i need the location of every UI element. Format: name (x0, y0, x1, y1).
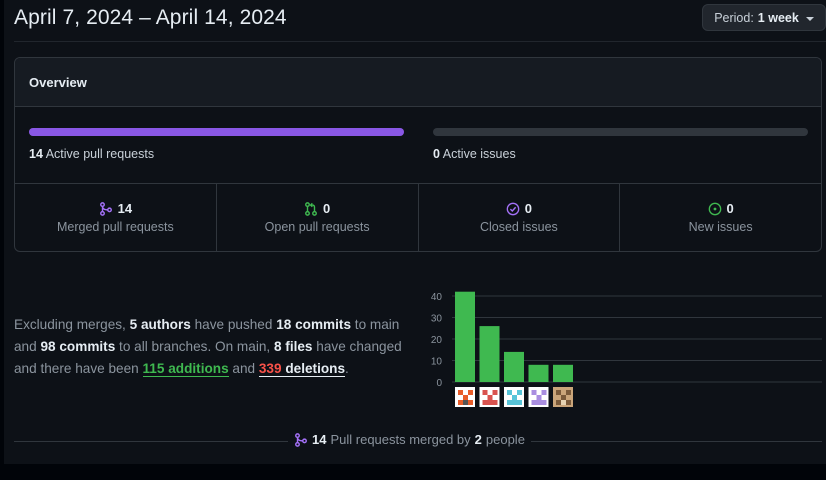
page-title: April 7, 2024 – April 14, 2024 (14, 6, 287, 29)
stat-merged-pull-requests[interactable]: 14 Merged pull requests (15, 184, 217, 251)
overview-title: Overview (15, 58, 821, 107)
active-pull-requests-count: 14 (29, 147, 43, 161)
additions-word: additions (168, 361, 229, 376)
git-pull-request-icon (305, 201, 317, 216)
y-tick-label: 20 (431, 335, 443, 346)
author-avatar[interactable] (504, 387, 524, 407)
active-issues-label: Active issues (442, 147, 516, 161)
stat-closed-issues[interactable]: 0 Closed issues (419, 184, 621, 251)
merged-by-summary: 14 Pull requests merged by 2 people (288, 432, 531, 447)
author-avatar[interactable] (528, 387, 549, 407)
y-tick-label: 40 (431, 292, 443, 303)
author-avatar[interactable] (455, 387, 475, 407)
caret-down-icon (805, 16, 814, 21)
commit-bar[interactable] (528, 364, 549, 382)
issue-opened-icon (708, 202, 721, 215)
author-avatar[interactable] (479, 387, 500, 407)
authors-link[interactable]: 5 authors (130, 317, 191, 332)
merged-count: 14 (312, 432, 327, 447)
issue-closed-icon (506, 202, 520, 215)
y-tick-label: 30 (431, 314, 443, 325)
summary-text-4: to all branches. On main, (115, 339, 274, 354)
additions-link[interactable]: 115 additions (142, 361, 229, 377)
deletions-word: deletions (285, 361, 346, 376)
commits-by-author-chart: 40 30 20 10 0 (422, 288, 826, 408)
pull-requests-progress (29, 128, 404, 136)
new-issues-label: New issues (688, 220, 753, 234)
additions-count: 115 (142, 361, 165, 376)
commits-main-link[interactable]: 18 commits (276, 317, 351, 332)
deletions-link[interactable]: 339 deletions (258, 361, 346, 377)
issues-progress (433, 128, 808, 136)
commit-bar[interactable] (553, 364, 573, 382)
commit-summary: Excluding merges, 5 authors have pushed … (14, 314, 419, 380)
merged-pull-requests-value: 14 (117, 201, 133, 216)
page-header: April 7, 2024 – April 14, 2024 Period: 1… (14, 0, 826, 42)
author-avatar[interactable] (553, 387, 573, 407)
files-changed-link[interactable]: 8 files (274, 339, 313, 354)
activity-bars: 14 Active pull requests 0 Active issues (15, 107, 821, 184)
stat-new-issues[interactable]: 0 New issues (620, 184, 821, 251)
open-pull-requests-value: 0 (323, 201, 331, 216)
pull-requests-progress-fill (29, 128, 404, 136)
period-dropdown-button[interactable]: Period: 1 week (702, 4, 826, 31)
summary-text-7: . (345, 361, 349, 376)
git-merge-icon (295, 432, 307, 447)
y-tick-label: 0 (436, 378, 442, 389)
bottom-strip (0, 464, 826, 480)
closed-issues-label: Closed issues (479, 220, 558, 234)
merged-by-text: Pull requests merged by (330, 432, 471, 447)
merged-pull-requests-label: Merged pull requests (57, 220, 174, 234)
people-word: people (485, 432, 525, 447)
commits-all-link[interactable]: 98 commits (40, 339, 115, 354)
commits-chart-svg: 40 30 20 10 0 (431, 291, 822, 407)
active-issues-count: 0 (433, 147, 440, 161)
closed-issues-value: 0 (524, 201, 532, 216)
git-merge-icon (99, 201, 112, 216)
commit-bar[interactable] (479, 326, 500, 382)
commit-bar[interactable] (504, 351, 524, 382)
period-value: 1 week (757, 10, 799, 25)
deletions-count: 339 (258, 361, 282, 376)
open-pull-requests-label: Open pull requests (264, 220, 370, 234)
overview-panel: Overview 14 Active pull requests 0 Activ… (14, 57, 822, 252)
active-issues-caption[interactable]: 0 Active issues (433, 147, 516, 161)
commit-bar[interactable] (455, 291, 475, 382)
overview-stats: 14 Merged pull requests 0 Open pull requ… (15, 184, 821, 251)
stat-open-pull-requests[interactable]: 0 Open pull requests (217, 184, 419, 251)
y-tick-label: 10 (431, 357, 443, 368)
summary-text-2: have pushed (190, 317, 277, 332)
pulse-page: April 7, 2024 – April 14, 2024 Period: 1… (4, 0, 826, 464)
new-issues-value: 0 (726, 201, 734, 216)
period-label: Period: (714, 10, 754, 25)
people-count: 2 (474, 432, 482, 447)
active-pull-requests-caption[interactable]: 14 Active pull requests (29, 147, 154, 161)
summary-text-1: Excluding merges, (14, 317, 130, 332)
active-pull-requests-label: Active pull requests (45, 147, 155, 161)
summary-text-6: and (228, 361, 259, 376)
